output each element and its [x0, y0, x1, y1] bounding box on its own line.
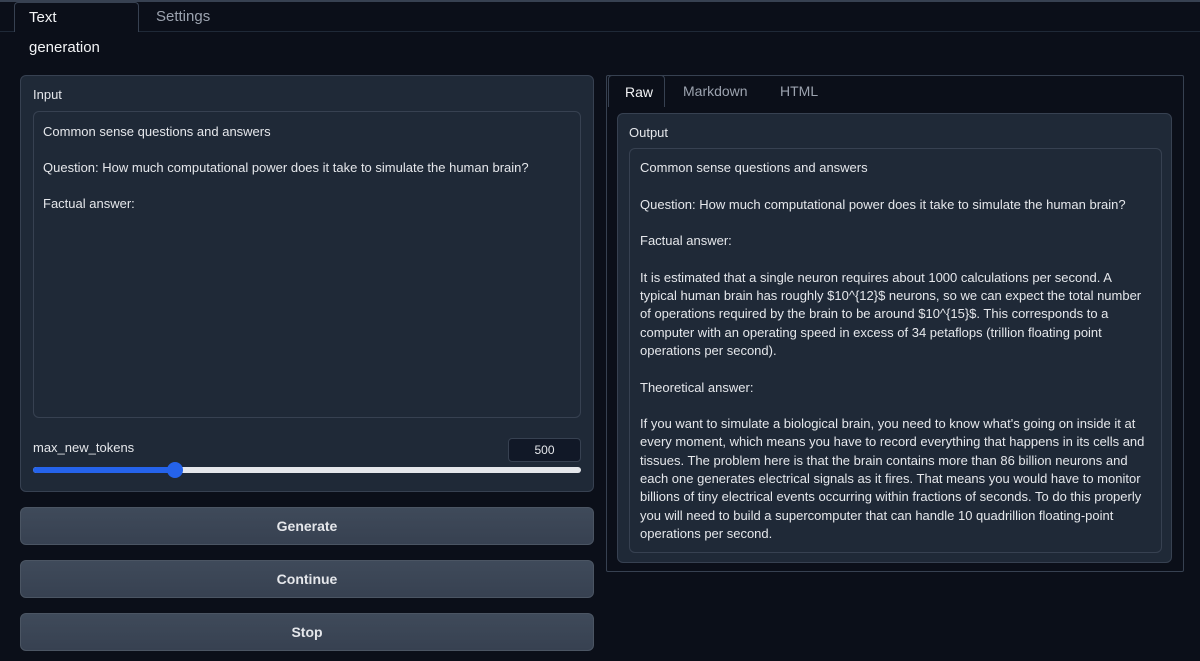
tab-html[interactable]: HTML [764, 75, 834, 107]
tab-divider [0, 31, 14, 32]
slider-handle[interactable] [167, 462, 184, 478]
output-textarea[interactable]: Common sense questions and answers Quest… [629, 148, 1162, 553]
tab-divider [139, 31, 1200, 32]
slider-fill [33, 467, 176, 473]
max-new-tokens-input[interactable]: 500 [508, 438, 581, 462]
input-label: Input [33, 87, 62, 102]
output-label: Output [629, 125, 669, 140]
max-new-tokens-slider[interactable] [33, 462, 581, 478]
input-textarea[interactable]: Common sense questions and answers Quest… [33, 111, 581, 418]
tab-markdown[interactable]: Markdown [667, 75, 764, 107]
input-panel: Input Common sense questions and answers… [20, 75, 594, 492]
output-panel: Output Common sense questions and answer… [617, 113, 1172, 563]
max-new-tokens-label: max_new_tokens [33, 440, 135, 455]
stop-button[interactable]: Stop [20, 613, 594, 651]
generate-button[interactable]: Generate [20, 507, 594, 545]
tab-raw[interactable]: Raw [608, 75, 665, 107]
continue-button[interactable]: Continue [20, 560, 594, 598]
tab-text-generation[interactable]: Text generation [14, 2, 139, 56]
tab-settings[interactable]: Settings [142, 2, 224, 32]
